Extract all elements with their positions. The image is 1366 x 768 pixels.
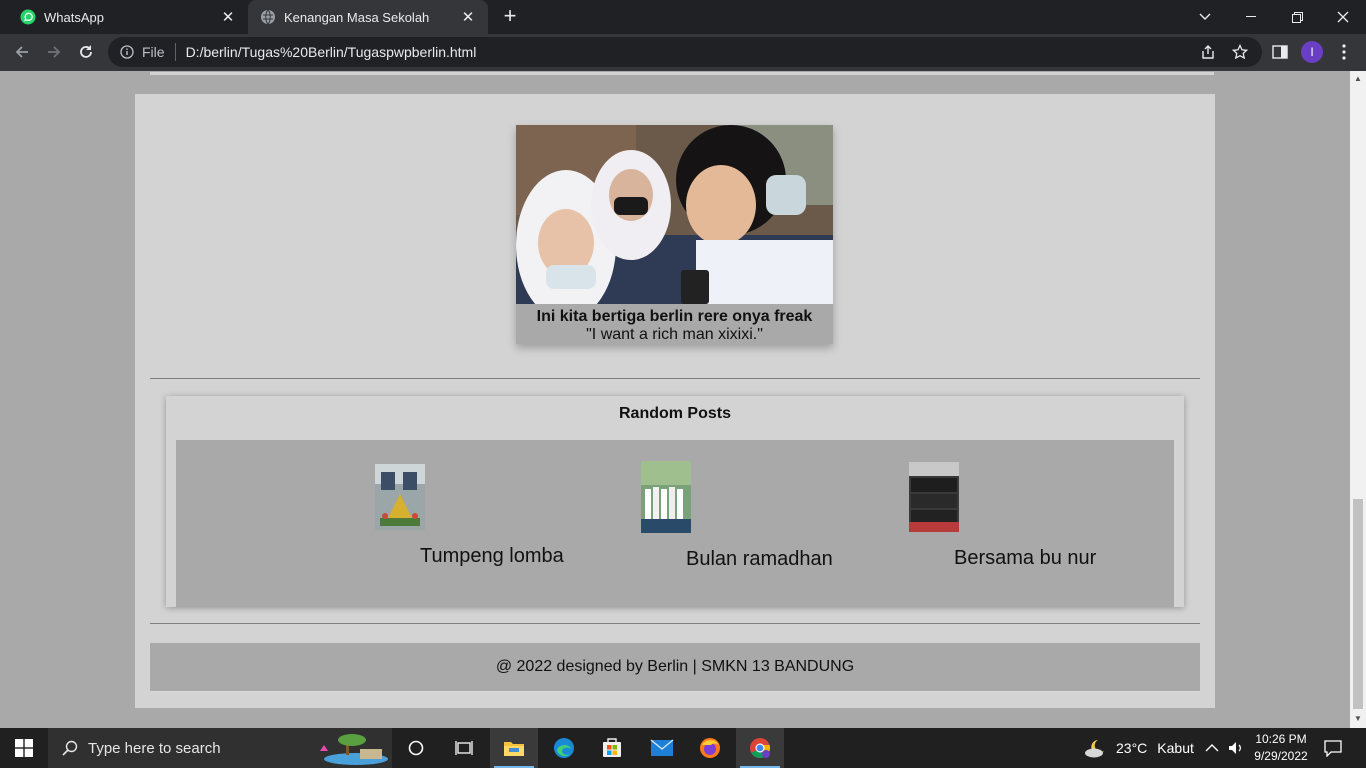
- weather-cloud-moon-icon: [1085, 740, 1104, 758]
- post-thumbnail[interactable]: [641, 461, 691, 533]
- scroll-thumb[interactable]: [1353, 499, 1363, 709]
- content-panel: Ini kita bertiga berlin rere onya freak …: [135, 94, 1215, 708]
- weather-description: Kabut: [1157, 740, 1194, 756]
- section-divider: [150, 623, 1200, 624]
- browser-tab-strip: WhatsApp ✕ Kenangan Masa Sekolah ✕ +: [0, 0, 1366, 34]
- weather-widget[interactable]: 23°C Kabut: [1084, 728, 1194, 768]
- group-selfie-photo: [516, 125, 833, 304]
- windows-taskbar: Type here to search 23°C Kabut 10:26 PM …: [0, 728, 1366, 768]
- page-footer: @ 2022 designed by Berlin | SMKN 13 BAND…: [150, 643, 1200, 692]
- task-view-icon[interactable]: [440, 728, 488, 768]
- show-hidden-icons-chevron-icon[interactable]: [1205, 728, 1219, 768]
- firefox-icon[interactable]: [686, 728, 734, 768]
- security-label: File: [142, 44, 165, 60]
- file-explorer-icon[interactable]: [490, 728, 538, 768]
- scroll-up-icon[interactable]: ▲: [1354, 75, 1362, 83]
- caption-title: Ini kita bertiga berlin rere onya freak: [536, 308, 813, 325]
- site-info-chip[interactable]: File: [120, 44, 165, 60]
- close-window-button[interactable]: [1320, 0, 1366, 34]
- caption-quote: "I want a rich man xixixi.": [586, 326, 763, 343]
- section-divider: [150, 378, 1200, 379]
- menu-kebab-icon[interactable]: [1330, 38, 1358, 66]
- scroll-down-icon[interactable]: ▼: [1354, 715, 1362, 723]
- forward-arrow-icon[interactable]: [40, 38, 68, 66]
- info-icon: [120, 45, 134, 59]
- windows-logo-icon: [15, 739, 33, 757]
- microsoft-store-icon[interactable]: [588, 728, 636, 768]
- search-highlight-illustration-icon: [320, 734, 388, 765]
- post-title[interactable]: Tumpeng lomba: [420, 545, 564, 568]
- post-thumbnail[interactable]: [375, 464, 425, 530]
- minimize-button[interactable]: [1228, 0, 1274, 34]
- close-tab-icon[interactable]: ✕: [460, 9, 476, 26]
- side-panel-icon[interactable]: [1266, 38, 1294, 66]
- weather-temp: 23°C: [1116, 740, 1148, 756]
- chrome-icon[interactable]: [736, 728, 784, 768]
- browser-toolbar: File D:/berlin/Tugas%20Berlin/Tugaspwpbe…: [0, 34, 1366, 71]
- photo-caption: Ini kita bertiga berlin rere onya freak …: [516, 308, 833, 344]
- globe-icon: [261, 9, 275, 25]
- search-placeholder: Type here to search: [88, 739, 221, 757]
- tab-whatsapp[interactable]: WhatsApp ✕: [0, 0, 248, 34]
- restore-button[interactable]: [1274, 0, 1320, 34]
- whatsapp-icon: [20, 9, 36, 25]
- address-divider: [174, 43, 176, 61]
- clock-date: 9/29/2022: [1254, 749, 1308, 763]
- cortana-icon[interactable]: [392, 728, 440, 768]
- random-posts-heading: Random Posts: [618, 405, 731, 422]
- profile-avatar[interactable]: I: [1301, 41, 1323, 63]
- start-button[interactable]: [0, 728, 48, 768]
- share-icon[interactable]: [1194, 38, 1222, 66]
- back-arrow-icon[interactable]: [8, 38, 36, 66]
- mail-icon[interactable]: [638, 728, 686, 768]
- notifications-icon[interactable]: [1324, 728, 1342, 768]
- tab-search-icon[interactable]: [1182, 0, 1228, 34]
- close-tab-icon[interactable]: ✕: [220, 9, 236, 26]
- featured-photo-card: Ini kita bertiga berlin rere onya freak …: [516, 125, 833, 344]
- tab-title: Kenangan Masa Sekolah: [284, 9, 430, 25]
- tab-title: WhatsApp: [44, 9, 104, 25]
- page-viewport: Ini kita bertiga berlin rere onya freak …: [0, 71, 1350, 728]
- page-scrollbar[interactable]: ▲ ▼: [1350, 71, 1366, 728]
- search-icon: [62, 740, 78, 756]
- address-bar[interactable]: File D:/berlin/Tugas%20Berlin/Tugaspwpbe…: [108, 37, 1262, 67]
- new-tab-button[interactable]: +: [498, 5, 522, 29]
- edge-icon[interactable]: [540, 728, 588, 768]
- url-text: D:/berlin/Tugas%20Berlin/Tugaspwpberlin.…: [185, 44, 477, 60]
- reload-icon[interactable]: [72, 38, 100, 66]
- bookmark-star-icon[interactable]: [1226, 38, 1254, 66]
- post-thumbnail[interactable]: [909, 462, 959, 532]
- post-title[interactable]: Bulan ramadhan: [686, 548, 833, 571]
- taskbar-search-box[interactable]: Type here to search: [48, 728, 392, 768]
- clock-time: 10:26 PM: [1255, 732, 1307, 746]
- post-title[interactable]: Bersama bu nur: [954, 547, 1096, 570]
- tab-kenangan[interactable]: Kenangan Masa Sekolah ✕: [248, 0, 488, 34]
- random-posts-list: Tumpeng lomba Bulan ramadhan Bersama bu …: [176, 440, 1174, 607]
- random-posts-widget: Random Posts Tumpeng lomba Bulan ramadha…: [166, 396, 1184, 607]
- top-divider: [150, 72, 1214, 75]
- system-clock[interactable]: 10:26 PM 9/29/2022: [1246, 731, 1316, 765]
- volume-icon[interactable]: [1228, 728, 1244, 768]
